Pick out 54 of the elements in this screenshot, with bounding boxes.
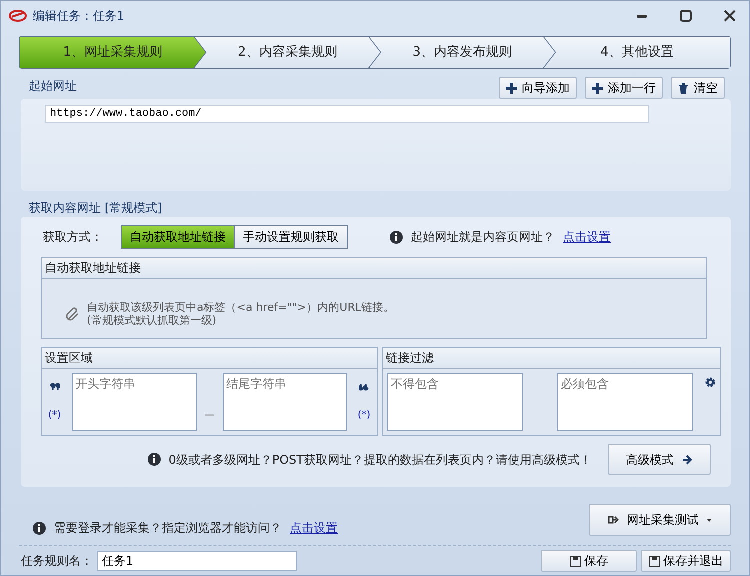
plus-icon xyxy=(506,82,517,94)
description-text: (常规模式默认抓取第一级) xyxy=(87,314,218,328)
info-icon xyxy=(148,453,161,466)
maximize-icon xyxy=(680,10,692,22)
minimize-icon xyxy=(637,14,647,18)
description-text: 自动获取该级列表页中a标签（<a href="">）内的URL链接。 xyxy=(87,301,394,314)
section-title: 起始网址 xyxy=(29,78,78,95)
box-title: 自动获取地址链接 xyxy=(42,258,706,279)
mode-toggle[interactable]: 手动设置规则获取 xyxy=(234,226,347,248)
box-title: 设置区域 xyxy=(42,348,377,369)
toolbar-button[interactable]: 清空 xyxy=(671,77,725,99)
step-tab[interactable]: 3、内容发布规则 xyxy=(370,37,556,68)
step-tab[interactable]: 2、内容采集规则 xyxy=(194,37,380,68)
settings-link[interactable]: 点击设置 xyxy=(290,519,338,537)
advanced-mode-button[interactable]: 高级模式 xyxy=(608,444,711,475)
settings-link[interactable]: 点击设置 xyxy=(563,228,611,246)
toolbar-button[interactable]: 添加一行 xyxy=(585,77,663,99)
close-icon xyxy=(724,10,736,22)
info-icon xyxy=(390,230,403,244)
exit-icon xyxy=(608,514,619,526)
trash-icon xyxy=(678,82,689,94)
save-icon xyxy=(570,556,580,566)
info-icon xyxy=(33,522,46,534)
wildcard-text: (*) xyxy=(358,408,371,422)
plus-icon xyxy=(592,82,603,94)
rule-name-input[interactable]: 任务1 xyxy=(97,551,297,571)
step-tab[interactable]: 4、其他设置 xyxy=(544,37,730,68)
toolbar-button[interactable]: 向导添加 xyxy=(499,77,577,99)
include-field[interactable]: 必须包含 xyxy=(557,373,693,431)
paperclip-icon xyxy=(66,307,79,322)
hint-text: 0级或者多级网址？POST获取网址？提取的数据在列表页内？请使用高级模式！ xyxy=(168,452,592,468)
field-label: 任务规则名： xyxy=(21,553,93,570)
collect-test-button[interactable]: 网址采集测试 xyxy=(589,504,731,536)
wildcard-text: (*) xyxy=(48,408,62,422)
caret-icon xyxy=(707,518,712,522)
settings-icon[interactable] xyxy=(705,377,716,388)
save-icon xyxy=(648,556,660,566)
window-title: 编辑任务：任务1 xyxy=(33,8,125,25)
separator-text: — xyxy=(204,409,214,423)
end-string-field[interactable]: 结尾字符串 xyxy=(222,373,348,431)
save-button[interactable]: 保存并退出 xyxy=(641,550,731,572)
section-title: 获取内容网址 [常规模式] xyxy=(29,200,164,217)
box-title: 链接过滤 xyxy=(383,348,720,369)
url-input[interactable]: https://www.taobao.com/ xyxy=(45,105,649,123)
hint-text: 起始网址就是内容页网址？ xyxy=(411,229,555,246)
save-button[interactable]: 保存 xyxy=(541,550,637,572)
step-tab[interactable]: 1、网址采集规则 xyxy=(20,37,206,68)
app-logo-icon xyxy=(9,8,27,24)
arrow-right-icon xyxy=(682,454,693,464)
field-label: 获取方式： xyxy=(43,229,104,246)
start-string-field[interactable]: 开头字符串 xyxy=(72,373,196,431)
mode-toggle[interactable]: 自动获取地址链接 xyxy=(122,226,234,248)
hint-text: 需要登录才能采集？指定浏览器才能访问？ xyxy=(54,520,282,537)
exclude-field[interactable]: 不得包含 xyxy=(387,373,523,431)
